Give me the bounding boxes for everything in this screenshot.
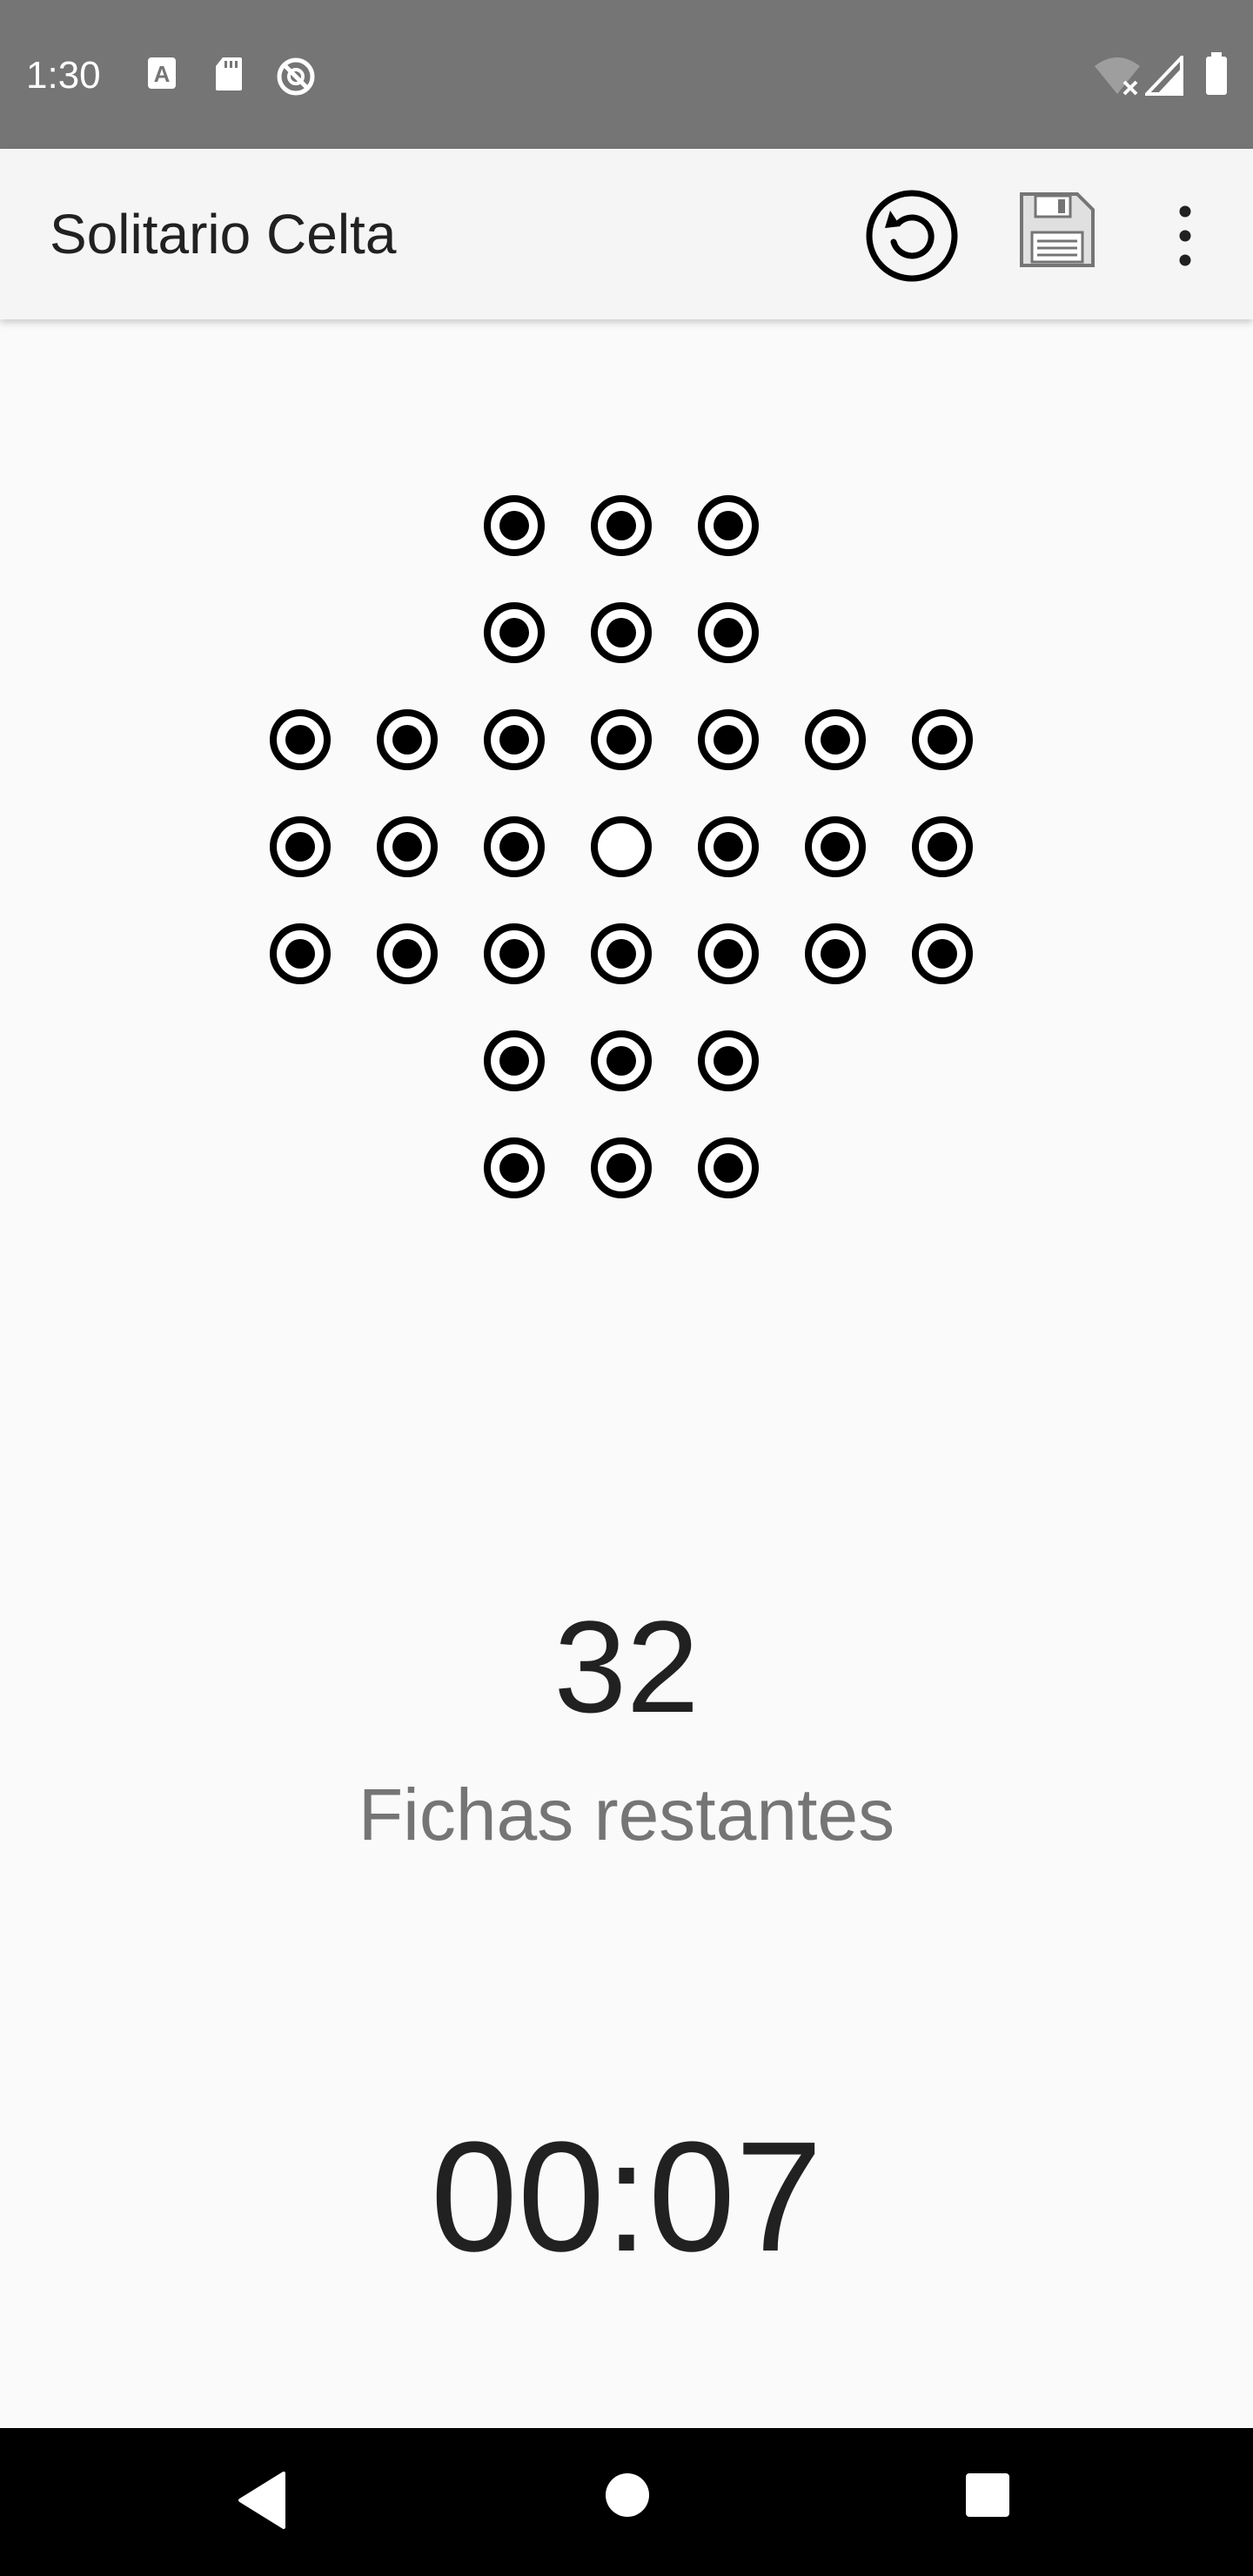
- status-bar: 1:30 A: [0, 0, 1253, 149]
- game-timer: 00:07: [430, 2110, 823, 2284]
- peg[interactable]: [698, 602, 759, 663]
- more-vert-icon: [1179, 205, 1191, 266]
- peg[interactable]: [377, 709, 438, 770]
- sd-card-icon: [216, 57, 242, 91]
- no-sync-icon: [277, 57, 315, 96]
- peg[interactable]: [484, 923, 545, 984]
- peg[interactable]: [591, 602, 652, 663]
- peg[interactable]: [484, 1030, 545, 1091]
- peg[interactable]: [805, 923, 866, 984]
- peg[interactable]: [484, 602, 545, 663]
- home-button[interactable]: [604, 2472, 651, 2519]
- peg[interactable]: [591, 709, 652, 770]
- restart-button[interactable]: [864, 188, 960, 284]
- peg[interactable]: [270, 923, 331, 984]
- overflow-menu-button[interactable]: [1168, 201, 1203, 271]
- peg[interactable]: [698, 495, 759, 556]
- peg-board: [0, 470, 1253, 1218]
- peg[interactable]: [484, 495, 545, 556]
- navigation-bar: [0, 2428, 1253, 2576]
- peg[interactable]: [698, 1030, 759, 1091]
- home-icon: [606, 2473, 649, 2517]
- undo-icon: [866, 190, 958, 282]
- peg[interactable]: [270, 709, 331, 770]
- peg[interactable]: [270, 816, 331, 877]
- peg[interactable]: [698, 816, 759, 877]
- app-bar: Solitario Celta: [0, 149, 1253, 319]
- peg[interactable]: [377, 923, 438, 984]
- peg[interactable]: [805, 709, 866, 770]
- peg[interactable]: [484, 1137, 545, 1198]
- status-time: 1:30: [26, 54, 101, 97]
- peg[interactable]: [698, 1137, 759, 1198]
- peg[interactable]: [591, 495, 652, 556]
- peg[interactable]: [912, 816, 973, 877]
- save-button[interactable]: [1018, 191, 1096, 269]
- recents-icon: [966, 2473, 1009, 2517]
- peg[interactable]: [591, 1030, 652, 1091]
- peg[interactable]: [912, 923, 973, 984]
- peg[interactable]: [591, 1137, 652, 1198]
- app-title: Solitario Celta: [50, 203, 397, 265]
- save-icon: [1020, 192, 1095, 267]
- peg[interactable]: [912, 709, 973, 770]
- svg-text:A: A: [154, 61, 171, 87]
- a-notification-icon: A: [148, 57, 176, 89]
- peg[interactable]: [591, 923, 652, 984]
- remaining-pegs-label: Fichas restantes: [358, 1774, 895, 1855]
- remaining-pegs-count: 32: [553, 1593, 700, 1740]
- back-button[interactable]: [235, 2470, 291, 2531]
- back-icon: [238, 2472, 285, 2529]
- peg[interactable]: [377, 816, 438, 877]
- recents-button[interactable]: [964, 2472, 1011, 2519]
- signal-icon: [1145, 56, 1183, 96]
- peg[interactable]: [484, 816, 545, 877]
- peg[interactable]: [805, 816, 866, 877]
- wifi-off-icon: [1095, 57, 1140, 96]
- battery-icon: [1206, 52, 1227, 95]
- empty-hole[interactable]: [591, 816, 652, 877]
- peg[interactable]: [698, 923, 759, 984]
- peg[interactable]: [484, 709, 545, 770]
- peg[interactable]: [698, 709, 759, 770]
